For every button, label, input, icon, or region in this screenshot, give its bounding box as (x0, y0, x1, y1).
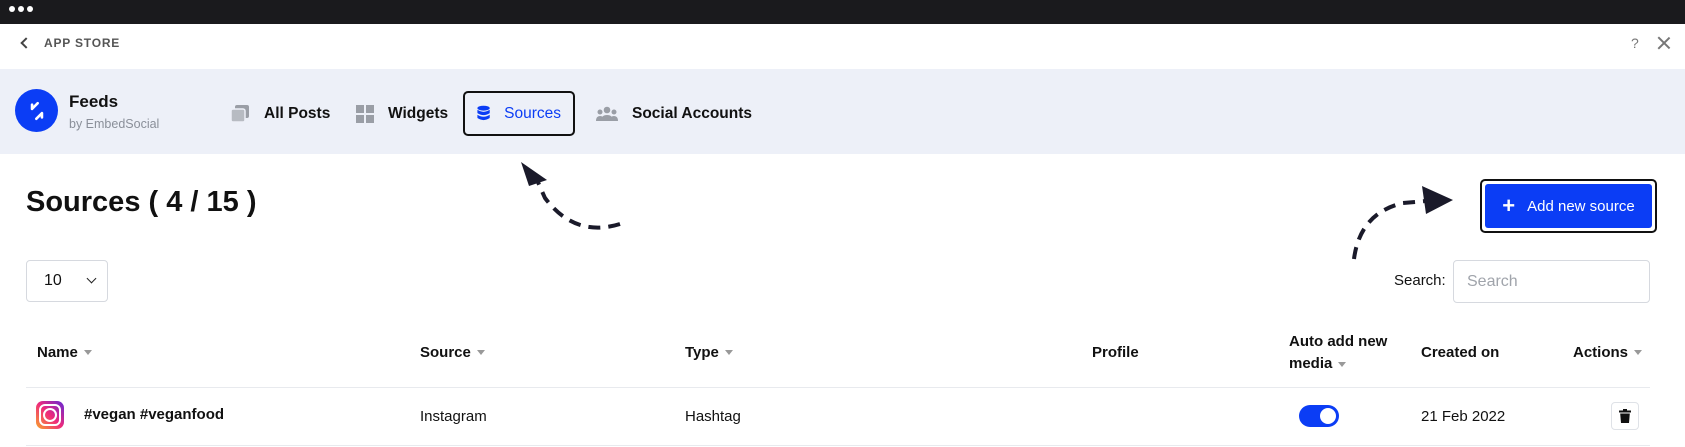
column-label: Name (37, 344, 78, 361)
column-header-profile: Profile (1092, 344, 1139, 361)
back-to-app-store-link[interactable]: APP STORE (18, 36, 120, 50)
trash-icon (1619, 409, 1631, 423)
column-label: Created on (1421, 344, 1500, 361)
chevron-down-icon (86, 273, 97, 284)
source-type: Hashtag (685, 408, 741, 425)
tab-widgets[interactable]: Widgets (344, 91, 460, 136)
add-new-source-label: Add new source (1527, 197, 1635, 215)
created-on-date: 21 Feb 2022 (1421, 408, 1506, 425)
column-label: Actions (1573, 344, 1629, 361)
tab-label: All Posts (264, 104, 331, 122)
column-label-line2: media (1289, 355, 1333, 372)
annotation-arrow-to-sources-icon (521, 162, 621, 230)
close-icon[interactable] (1655, 34, 1673, 52)
back-label: APP STORE (44, 36, 121, 50)
window-topbar (0, 0, 1685, 24)
chevron-left-icon (20, 37, 32, 49)
brand-subtitle: by EmbedSocial (69, 117, 160, 131)
app-header: Feeds by EmbedSocial All Posts Widgets S… (0, 69, 1685, 154)
sort-icon (724, 350, 733, 355)
users-icon (596, 106, 618, 121)
grid-icon (356, 104, 374, 123)
source-name[interactable]: #vegan #veganfood (84, 406, 224, 423)
page-title: Sources ( 4 / 15 ) (26, 186, 257, 218)
window-menu-dots-icon[interactable] (9, 6, 33, 12)
help-button[interactable]: ? (1631, 35, 1639, 51)
table-divider (26, 387, 1650, 388)
column-header-type[interactable]: Type (685, 344, 733, 361)
column-label: Profile (1092, 344, 1139, 361)
column-label: Source (420, 344, 471, 361)
app-bar: APP STORE ? (0, 24, 1685, 69)
column-header-source[interactable]: Source (420, 344, 485, 361)
column-label-line1: Auto add new (1289, 333, 1388, 350)
embedsocial-logo-icon (15, 89, 58, 132)
add-new-source-highlight: + Add new source (1480, 179, 1657, 233)
sort-icon (1338, 361, 1347, 367)
column-header-auto-add[interactable]: Auto add new media (1289, 331, 1387, 375)
tab-label: Sources (504, 104, 561, 122)
source-platform: Instagram (420, 408, 487, 425)
search-label: Search: (1394, 272, 1446, 289)
auto-add-media-toggle[interactable] (1299, 405, 1339, 427)
search-input[interactable] (1453, 260, 1650, 303)
stack-icon (230, 104, 249, 123)
add-new-source-button[interactable]: + Add new source (1485, 184, 1652, 228)
delete-source-button[interactable] (1611, 402, 1639, 430)
tab-sources[interactable]: Sources (463, 91, 575, 136)
per-page-value: 10 (44, 272, 62, 289)
database-icon (477, 105, 490, 121)
tab-social-accounts[interactable]: Social Accounts (584, 91, 764, 136)
table-divider (26, 445, 1650, 446)
column-header-actions[interactable]: Actions (1573, 344, 1643, 361)
instagram-icon (36, 401, 64, 429)
annotation-arrow-to-add-button-icon (1352, 186, 1453, 260)
plus-icon: + (1502, 193, 1516, 218)
tab-label: Social Accounts (632, 104, 753, 122)
tab-all-posts[interactable]: All Posts (218, 91, 342, 136)
sort-icon (83, 350, 92, 355)
entries-per-page-select[interactable]: 10 (26, 260, 108, 302)
sort-icon (1634, 350, 1643, 355)
column-header-created-on: Created on (1421, 344, 1499, 361)
column-label: Type (685, 344, 719, 361)
brand-title: Feeds (69, 92, 119, 111)
tab-label: Widgets (388, 104, 449, 122)
column-header-name[interactable]: Name (37, 344, 92, 361)
sort-icon (476, 350, 485, 355)
